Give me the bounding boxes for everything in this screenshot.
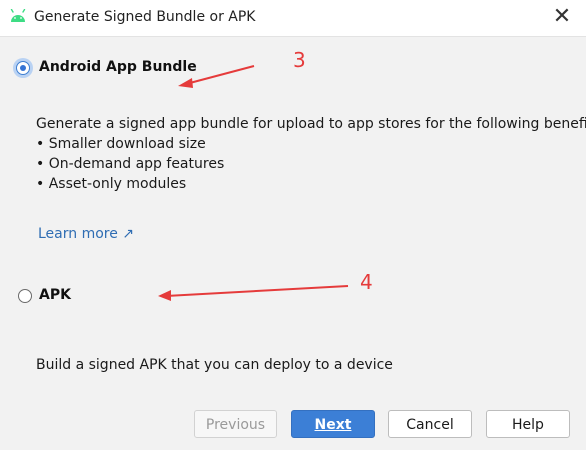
arrow-annotation-3 bbox=[178, 65, 255, 88]
annotation-step-4: 4 bbox=[360, 270, 373, 294]
arrow-annotation-4 bbox=[158, 285, 349, 301]
annotation-step-3: 3 bbox=[293, 48, 306, 72]
